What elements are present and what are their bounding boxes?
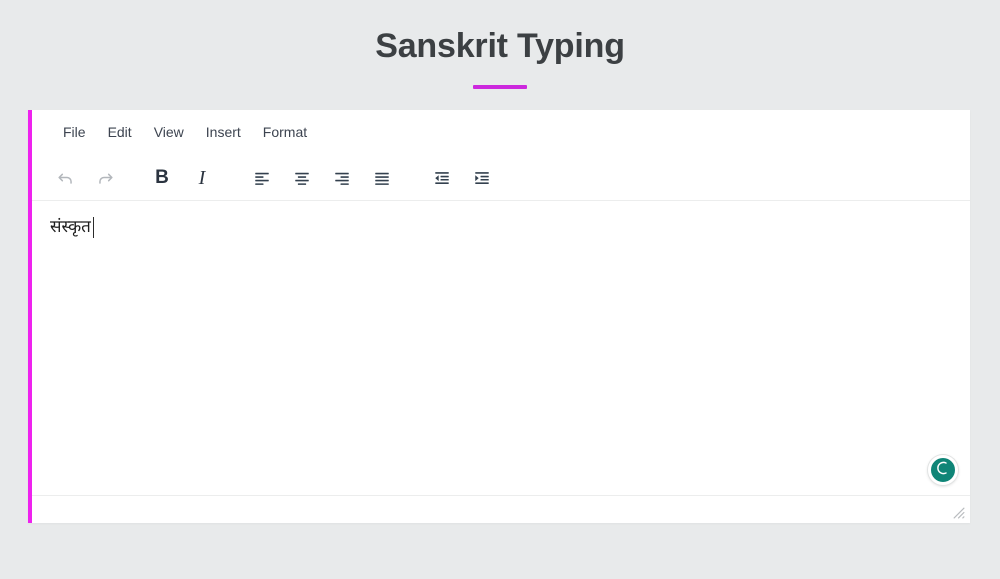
editor-panel: File Edit View Insert Format B I संस्कृत (28, 110, 970, 523)
bold-icon: B (155, 167, 169, 188)
editor-content-area[interactable]: संस्कृत (32, 201, 970, 495)
title-accent-underline (473, 85, 527, 90)
undo-icon (56, 168, 75, 187)
outdent-icon (433, 169, 451, 187)
menu-item-file[interactable]: File (54, 120, 95, 145)
align-right-icon (333, 169, 351, 187)
undo-button[interactable] (50, 163, 80, 193)
align-justify-icon (373, 169, 391, 187)
redo-icon (96, 168, 115, 187)
align-left-button[interactable] (247, 163, 277, 193)
align-center-button[interactable] (287, 163, 317, 193)
align-left-icon (253, 169, 271, 187)
redo-button[interactable] (90, 163, 120, 193)
menu-item-format[interactable]: Format (254, 120, 316, 145)
menu-item-insert[interactable]: Insert (197, 120, 250, 145)
align-right-button[interactable] (327, 163, 357, 193)
text-caret (92, 216, 94, 238)
floating-assistant-button[interactable] (928, 455, 958, 485)
editor-toolbar: B I (32, 155, 970, 201)
indent-button[interactable] (467, 163, 497, 193)
editor-statusbar (32, 495, 970, 523)
bold-button[interactable]: B (147, 163, 177, 193)
indent-icon (473, 169, 491, 187)
italic-button[interactable]: I (187, 163, 217, 193)
italic-icon: I (198, 166, 206, 189)
document-line: संस्कृत (50, 215, 952, 240)
spinner-circle-icon (935, 460, 951, 481)
menu-item-view[interactable]: View (145, 120, 193, 145)
page-header: Sanskrit Typing (0, 0, 1000, 90)
editor-menubar: File Edit View Insert Format (32, 110, 970, 155)
page-title: Sanskrit Typing (375, 27, 625, 65)
align-center-icon (293, 169, 311, 187)
resize-grip-icon[interactable] (952, 506, 965, 519)
menu-item-edit[interactable]: Edit (99, 120, 141, 145)
outdent-button[interactable] (427, 163, 457, 193)
document-text: संस्कृत (50, 217, 91, 237)
editor-column: File Edit View Insert Format B I संस्कृत (32, 110, 970, 523)
align-justify-button[interactable] (367, 163, 397, 193)
